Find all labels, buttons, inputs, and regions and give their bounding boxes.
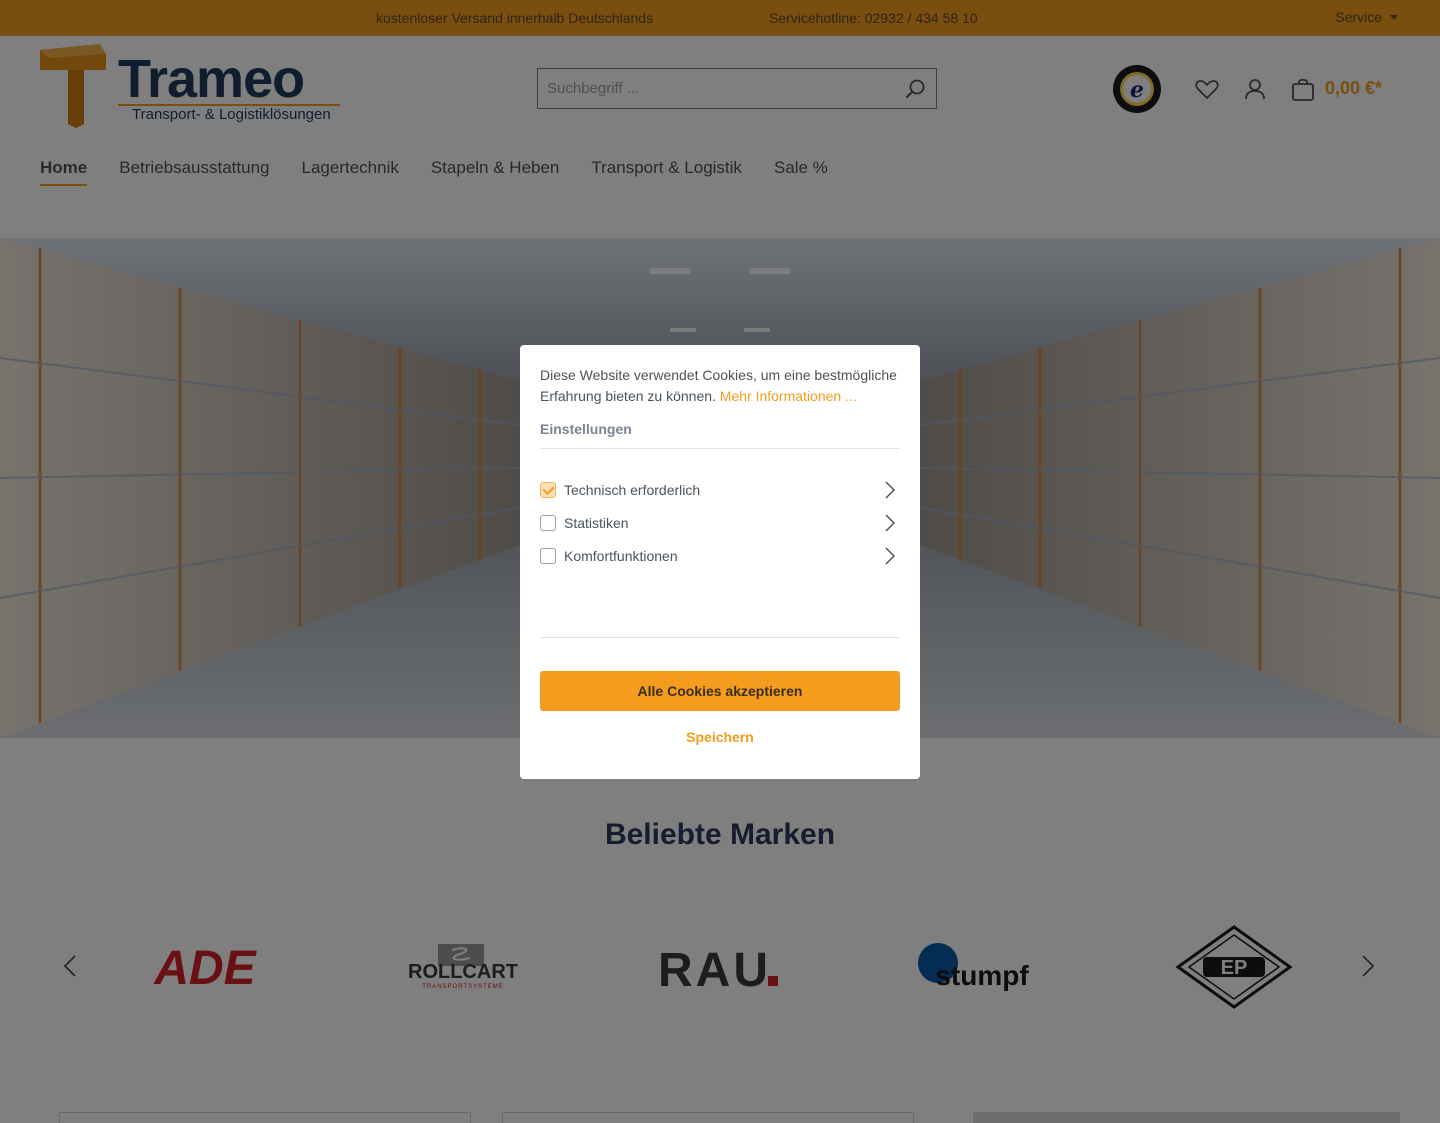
cookie-option-statistics[interactable]: Statistiken <box>540 506 900 539</box>
cookie-option-comfort[interactable]: Komfortfunktionen <box>540 539 900 572</box>
checkbox-technical[interactable] <box>540 481 556 498</box>
option-label: Technisch erforderlich <box>564 481 701 498</box>
cookie-option-technical[interactable]: Technisch erforderlich <box>540 473 900 506</box>
cookie-options: Technisch erforderlich Statistiken Komfo… <box>540 473 900 572</box>
cookie-message: Diese Website verwendet Cookies, um eine… <box>540 365 900 407</box>
chevron-right-icon[interactable] <box>882 546 898 566</box>
checkbox-comfort[interactable] <box>540 547 556 564</box>
accept-all-cookies-button[interactable]: Alle Cookies akzeptieren <box>540 671 900 711</box>
divider <box>540 637 900 638</box>
option-label: Statistiken <box>564 514 629 531</box>
option-label: Komfortfunktionen <box>564 547 678 564</box>
settings-heading: Einstellungen <box>540 421 900 449</box>
cookie-consent-modal: Diese Website verwendet Cookies, um eine… <box>520 345 920 779</box>
more-info-link[interactable]: Mehr Informationen ... <box>720 388 857 404</box>
save-settings-button[interactable]: Speichern <box>540 729 900 749</box>
chevron-right-icon[interactable] <box>882 480 898 500</box>
chevron-right-icon[interactable] <box>882 513 898 533</box>
checkbox-statistics[interactable] <box>540 514 556 531</box>
